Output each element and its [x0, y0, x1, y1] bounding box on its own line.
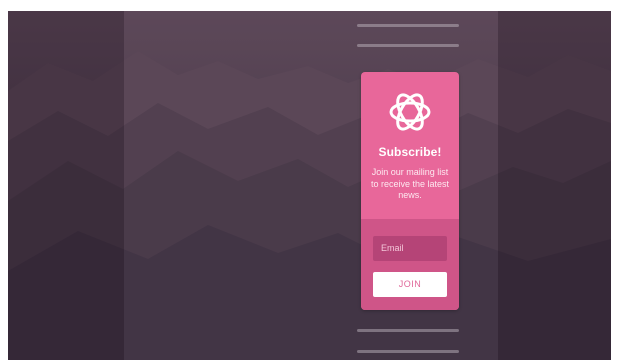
email-field[interactable]: Email — [373, 236, 447, 261]
subscribe-title: Subscribe! — [378, 145, 442, 159]
left-shade-band — [8, 11, 124, 360]
top-placeholder-lines — [357, 24, 459, 47]
placeholder-line — [357, 24, 459, 27]
placeholder-line — [357, 329, 459, 332]
placeholder-line — [357, 44, 459, 47]
rosette-logo-icon — [389, 93, 431, 131]
subscribe-description: Join our mailing list to receive the lat… — [370, 167, 450, 200]
subscribe-widget: Subscribe! Join our mailing list to rece… — [361, 72, 459, 310]
right-shade-band — [498, 11, 611, 360]
placeholder-line — [357, 350, 459, 353]
bottom-placeholder-lines — [357, 329, 459, 353]
page-frame: Subscribe! Join our mailing list to rece… — [0, 0, 619, 360]
background-scene: Subscribe! Join our mailing list to rece… — [8, 11, 611, 360]
join-button[interactable]: JOIN — [373, 272, 447, 297]
